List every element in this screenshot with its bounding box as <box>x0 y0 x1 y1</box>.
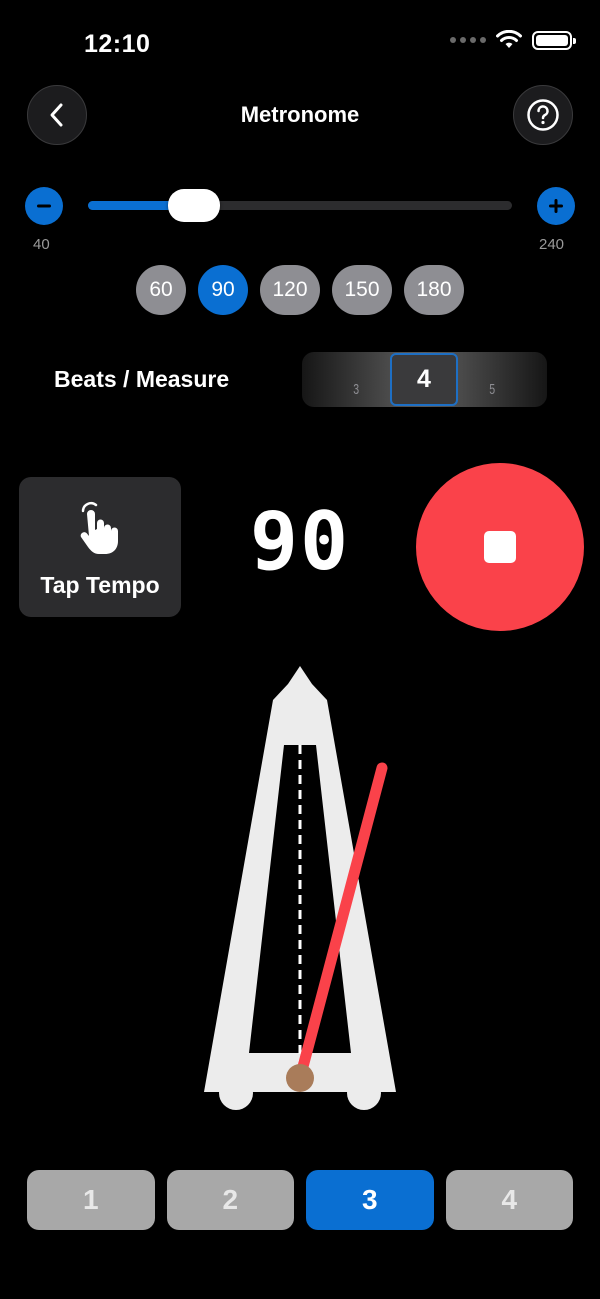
bpm-display: 90 <box>249 495 351 588</box>
page-title: Metronome <box>240 102 360 127</box>
tempo-max-label: 240 <box>539 236 565 253</box>
cellular-signal-icon <box>450 37 486 43</box>
metronome-illustration <box>204 666 396 1110</box>
metronome-right-foot <box>347 1076 381 1110</box>
preset-60-button[interactable]: 60 <box>136 265 186 315</box>
metronome-left-foot <box>219 1076 253 1110</box>
increase-tempo-button[interactable] <box>537 187 575 225</box>
tempo-slider[interactable] <box>88 201 512 210</box>
tap-tempo-label: Tap Tempo <box>40 572 160 598</box>
beat-indicator-1: 1 <box>27 1170 155 1230</box>
minus-icon <box>37 204 51 208</box>
metronome-body <box>204 666 396 1092</box>
plus-icon <box>549 199 563 213</box>
tempo-slider-thumb[interactable] <box>168 189 220 222</box>
beats-option-prev[interactable]: 3 <box>353 381 359 398</box>
status-time: 12:10 <box>84 30 151 58</box>
question-circle-icon <box>527 99 559 131</box>
tap-tempo-button[interactable]: Tap Tempo <box>19 477 181 617</box>
beat-indicator-3: 3 <box>306 1170 434 1230</box>
preset-180-button[interactable]: 180 <box>404 265 464 315</box>
preset-120-button[interactable]: 120 <box>260 265 320 315</box>
wifi-icon <box>496 30 522 48</box>
tempo-presets: 60 90 120 150 180 <box>0 265 600 315</box>
battery-icon <box>532 30 576 50</box>
tempo-min-label: 40 <box>33 236 50 253</box>
status-icons <box>450 30 576 50</box>
help-button[interactable] <box>513 85 573 145</box>
beats-option-selected[interactable]: 4 <box>390 353 458 406</box>
beats-picker[interactable]: 3 4 5 <box>302 352 547 407</box>
preset-150-button[interactable]: 150 <box>332 265 392 315</box>
beats-option-next[interactable]: 5 <box>489 381 495 398</box>
beat-indicator-4: 4 <box>445 1170 573 1230</box>
stop-icon <box>484 531 516 563</box>
beat-indicator-2: 2 <box>166 1170 294 1230</box>
preset-90-button[interactable]: 90 <box>198 265 248 315</box>
pendulum-pivot <box>286 1064 314 1092</box>
decrease-tempo-button[interactable] <box>25 187 63 225</box>
stop-button[interactable] <box>416 463 584 631</box>
beats-measure-label: Beats / Measure <box>54 366 230 392</box>
hand-tap-icon <box>80 502 118 554</box>
beat-indicators: 1 2 3 4 <box>27 1170 573 1230</box>
